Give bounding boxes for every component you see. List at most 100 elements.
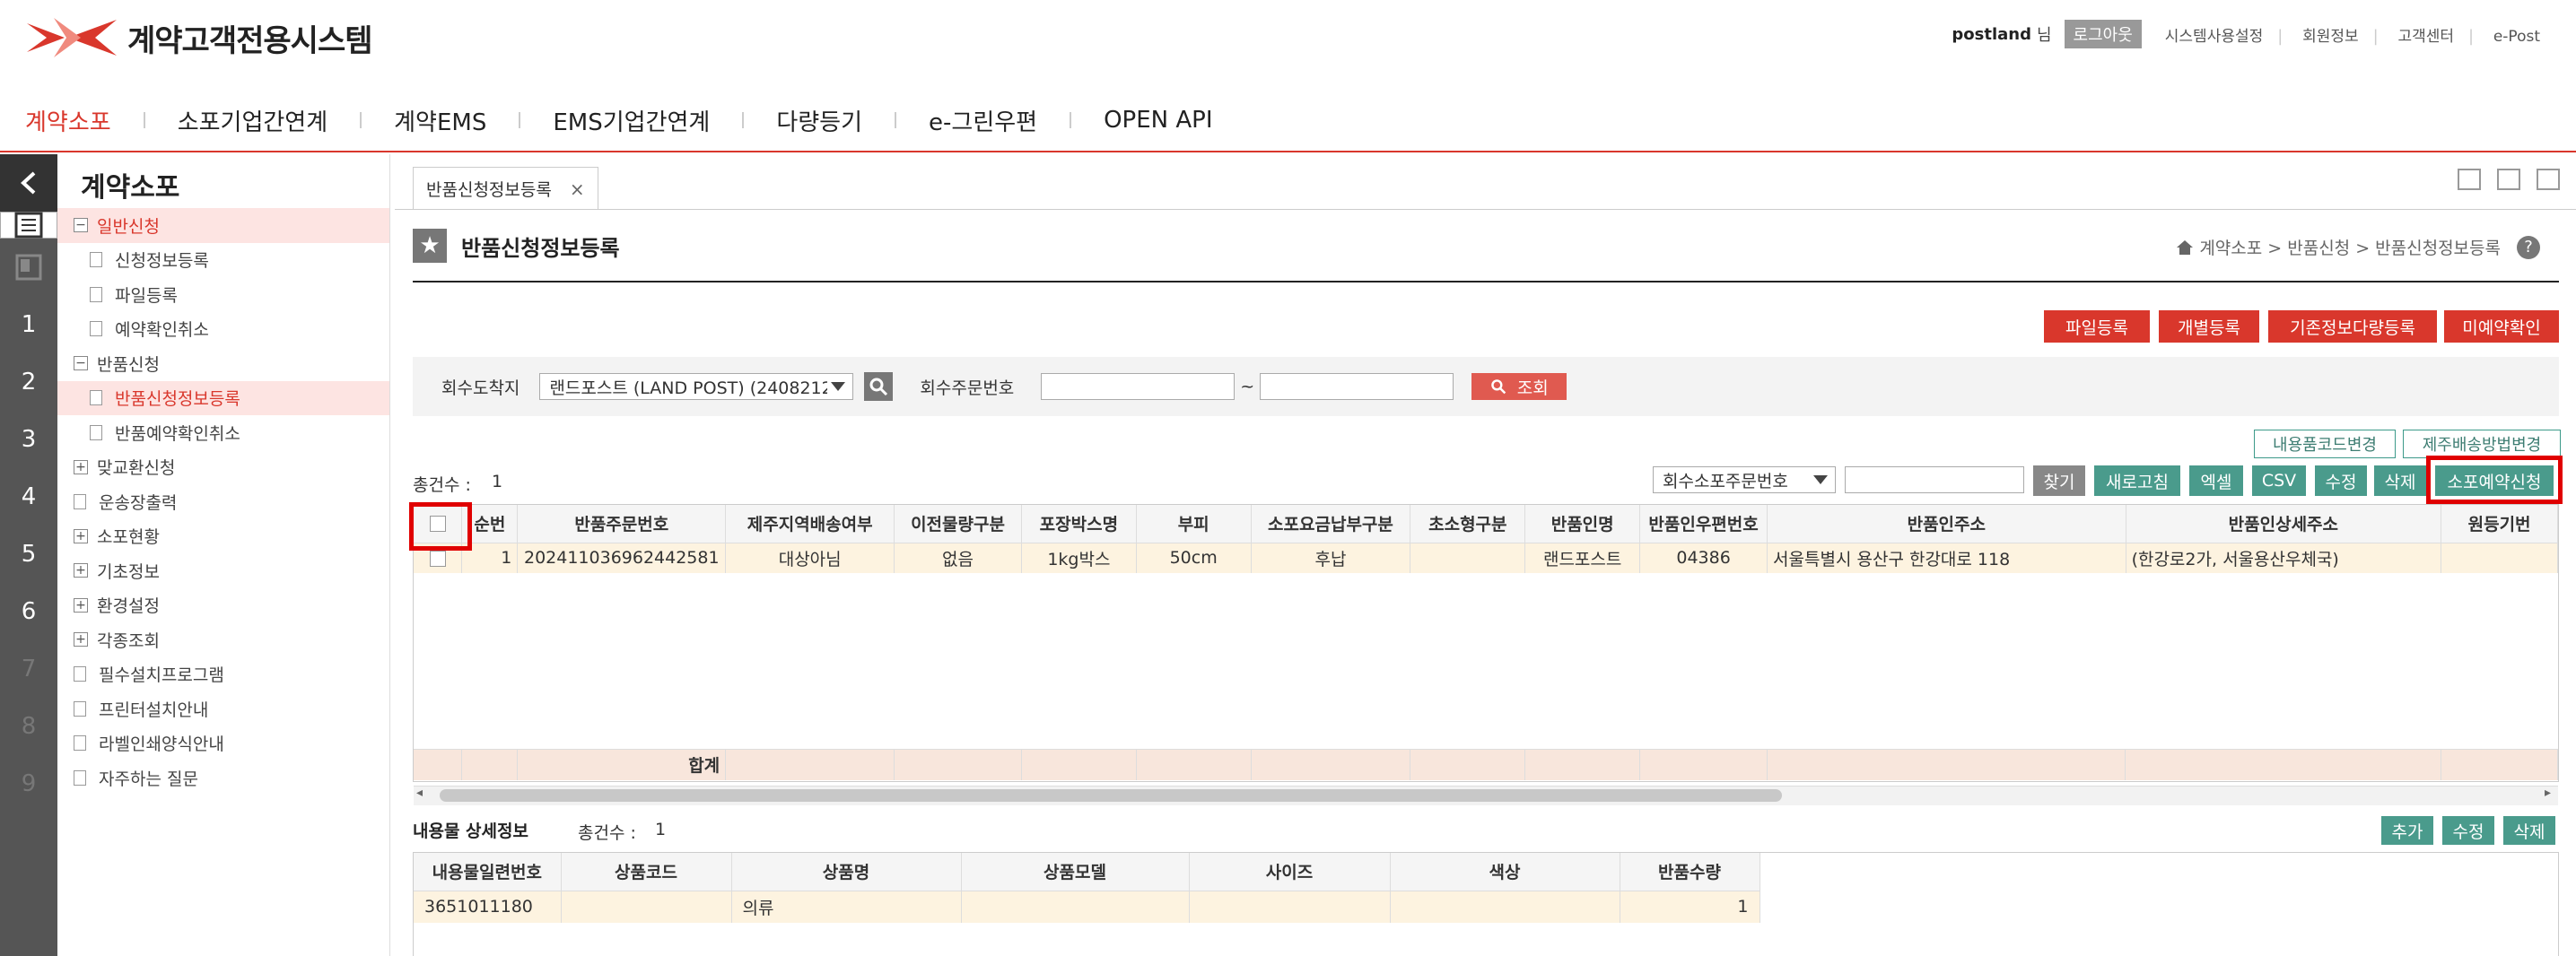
column-header[interactable]: 이전물량구분 — [894, 505, 1022, 543]
column-header[interactable]: 초소형구분 — [1410, 505, 1526, 543]
sidebar-item-0[interactable]: − 일반신청 — [57, 208, 389, 243]
rail-item-8[interactable]: 8 — [0, 698, 57, 755]
single-view-icon[interactable] — [2458, 169, 2481, 190]
detail-edit-button[interactable]: 수정 — [2442, 816, 2494, 845]
rail-list-button[interactable] — [0, 212, 57, 239]
util-link-settings[interactable]: 시스템사용설정 — [2165, 28, 2263, 46]
file-register-button[interactable]: 파일등록 — [2044, 310, 2150, 343]
refresh-button[interactable]: 새로고침 — [2094, 465, 2180, 496]
sidebar-item-14[interactable]: 프린터설치안내 — [57, 691, 389, 726]
detail-column-header[interactable]: 반품수량 — [1620, 853, 1760, 891]
sidebar-item-9[interactable]: + 소포현황 — [57, 519, 389, 554]
column-header[interactable]: 원등기번 — [2441, 505, 2558, 543]
rail-item-6[interactable]: 6 — [0, 583, 57, 640]
sidebar-item-10[interactable]: + 기초정보 — [57, 553, 389, 588]
detail-column-header[interactable]: 상품모델 — [961, 853, 1190, 891]
scroll-right-icon[interactable]: ▸ — [2545, 786, 2551, 800]
jeju-delivery-change-button[interactable]: 제주배송방법변경 — [2403, 430, 2561, 458]
column-header[interactable]: 반품인우편번호 — [1639, 505, 1768, 543]
gnb-item-bulk-registered[interactable]: 다량등기 — [776, 104, 862, 137]
rail-item-9[interactable]: 9 — [0, 755, 57, 813]
delete-button[interactable]: 삭제 — [2374, 465, 2426, 496]
column-header[interactable]: 포장박스명 — [1021, 505, 1137, 543]
logout-button[interactable]: 로그아웃 — [2064, 20, 2142, 48]
unreserved-check-button[interactable]: 미예약확인 — [2444, 310, 2559, 343]
left-rail: 1 2 3 4 5 6 7 8 9 — [0, 154, 57, 956]
gnb-item-parcel[interactable]: 계약소포 — [25, 104, 111, 137]
sidebar-item-3[interactable]: 예약확인취소 — [57, 312, 389, 347]
bulk-register-button[interactable]: 기존정보다량등록 — [2268, 310, 2437, 343]
sidebar-item-13[interactable]: 필수설치프로그램 — [57, 657, 389, 692]
sidebar-item-12[interactable]: + 각종조회 — [57, 622, 389, 657]
search-button[interactable]: 조회 — [1471, 373, 1567, 400]
close-icon[interactable]: × — [570, 178, 585, 200]
sidebar-item-16[interactable]: 자주하는 질문 — [57, 760, 389, 795]
util-link-support[interactable]: 고객센터 — [2397, 28, 2454, 46]
detail-add-button[interactable]: 추가 — [2381, 816, 2433, 845]
single-register-button[interactable]: 개별등록 — [2159, 310, 2259, 343]
logo[interactable]: 계약고객전용시스템 — [27, 13, 373, 63]
sidebar-item-8[interactable]: 운송장출력 — [57, 484, 389, 519]
order-no-to-input[interactable] — [1260, 373, 1454, 400]
sidebar-item-11[interactable]: + 환경설정 — [57, 588, 389, 623]
column-header[interactable]: 반품인상세주소 — [2126, 505, 2442, 543]
find-field-select[interactable]: 회수소포주문번호 — [1653, 466, 1836, 493]
star-icon[interactable]: ★ — [413, 229, 447, 263]
util-link-member[interactable]: 회원정보 — [2302, 28, 2359, 46]
detail-count-label: 총건수 : — [578, 823, 636, 843]
gnb-item-ems[interactable]: 계약EMS — [394, 104, 486, 137]
rail-item-2[interactable]: 2 — [0, 353, 57, 411]
gnb-item-ems-b2b[interactable]: EMS기업간연계 — [553, 104, 710, 137]
column-header[interactable]: 부피 — [1136, 505, 1252, 543]
detail-column-header[interactable]: 내용물일련번호 — [414, 853, 562, 891]
rail-item-4[interactable]: 4 — [0, 468, 57, 526]
table-row[interactable]: 1 202411036962442581 대상아님 없음 1kg박스 50cm 후납 랜드포스… — [414, 543, 2558, 573]
sidebar-item-2[interactable]: 파일등록 — [57, 277, 389, 312]
sidebar-item-15[interactable]: 라벨인쇄양식안내 — [57, 726, 389, 761]
find-button[interactable]: 찾기 — [2033, 465, 2085, 496]
gnb-item-parcel-b2b[interactable]: 소포기업간연계 — [178, 104, 327, 137]
sidebar-item-5[interactable]: 반품신청정보등록 — [57, 380, 389, 415]
shrink-view-icon[interactable] — [2537, 169, 2560, 190]
find-input[interactable] — [1845, 466, 2024, 493]
sidebar-item-label: 필수설치프로그램 — [99, 665, 224, 686]
rail-item-7[interactable]: 7 — [0, 640, 57, 698]
gnb-item-egreen[interactable]: e-그린우편 — [929, 104, 1037, 137]
excel-button[interactable]: 엑셀 — [2189, 465, 2243, 496]
column-header[interactable]: 반품인주소 — [1767, 505, 2126, 543]
detail-column-header[interactable]: 상품코드 — [561, 853, 732, 891]
rail-item-5[interactable]: 5 — [0, 526, 57, 583]
rail-item-1[interactable]: 1 — [0, 296, 57, 353]
dest-value: 랜드포스트 (LAND POST) (2408212 — [549, 378, 828, 398]
column-header[interactable]: 제주지역배송여부 — [725, 505, 895, 543]
scroll-left-icon[interactable]: ◂ — [416, 786, 423, 800]
order-no-from-input[interactable] — [1041, 373, 1236, 400]
detail-column-header[interactable]: 상품명 — [731, 853, 962, 891]
sidebar-item-1[interactable]: 신청정보등록 — [57, 243, 389, 278]
grid-view-icon[interactable] — [2497, 169, 2520, 190]
rail-book-button[interactable] — [0, 239, 57, 296]
collapse-sidebar-button[interactable] — [0, 154, 57, 212]
sidebar-item-6[interactable]: 반품예약확인취소 — [57, 415, 389, 450]
column-header[interactable]: 소포요금납부구분 — [1251, 505, 1411, 543]
util-link-epost[interactable]: e-Post — [2493, 28, 2540, 46]
scrollbar-thumb[interactable] — [440, 789, 1782, 802]
dest-select[interactable]: 랜드포스트 (LAND POST) (2408212 — [539, 373, 854, 400]
row-checkbox[interactable] — [429, 550, 446, 567]
detail-column-header[interactable]: 사이즈 — [1189, 853, 1391, 891]
help-icon[interactable]: ? — [2517, 235, 2540, 259]
sidebar-item-4[interactable]: − 반품신청 — [57, 346, 389, 381]
column-header[interactable]: 반품주문번호 — [517, 505, 727, 543]
rail-item-3[interactable]: 3 — [0, 411, 57, 468]
content-code-change-button[interactable]: 내용품코드변경 — [2254, 430, 2396, 458]
edit-button[interactable]: 수정 — [2315, 465, 2367, 496]
detail-column-header[interactable]: 색상 — [1390, 853, 1620, 891]
tab-return-register[interactable]: 반품신청정보등록 × — [413, 167, 598, 210]
csv-button[interactable]: CSV — [2252, 465, 2306, 496]
detail-row[interactable]: 3651011180 의류 1 — [414, 891, 1760, 923]
search-icon[interactable] — [864, 372, 894, 401]
detail-delete-button[interactable]: 삭제 — [2503, 816, 2555, 845]
column-header[interactable]: 반품인명 — [1524, 505, 1641, 543]
sidebar-item-7[interactable]: + 맞교환신청 — [57, 450, 389, 485]
gnb-item-openapi[interactable]: OPEN API — [1104, 107, 1212, 134]
